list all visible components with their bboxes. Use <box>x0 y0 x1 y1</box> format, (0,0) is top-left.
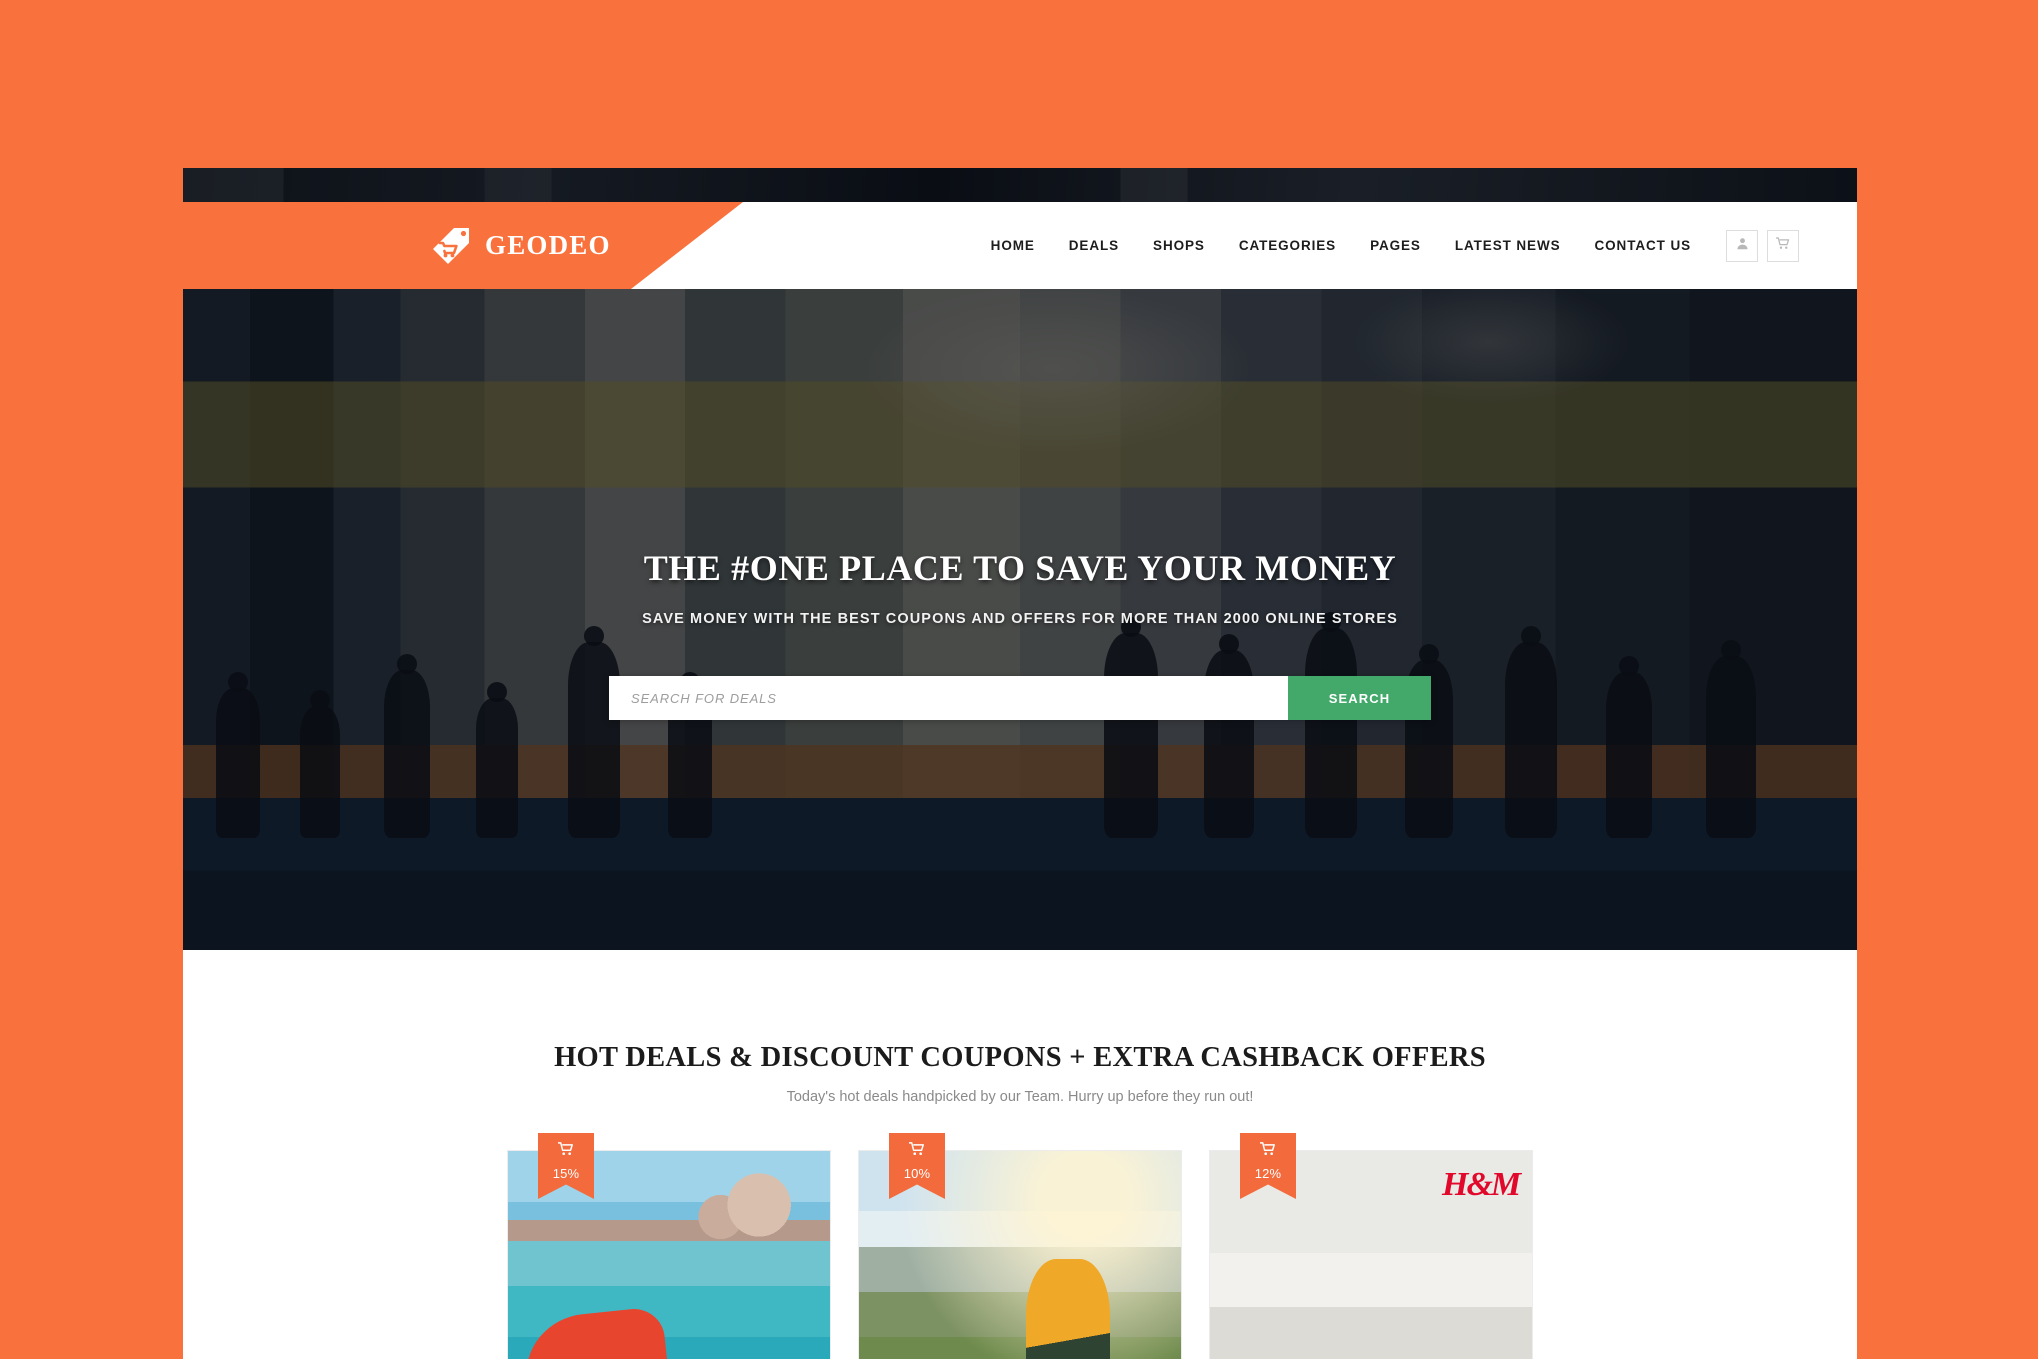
discount-percent: 15% <box>552 1166 580 1181</box>
page-container: GEODEO HOME DEALS SHOPS CATEGORIES PAGES… <box>183 168 1857 1359</box>
site-header: GEODEO HOME DEALS SHOPS CATEGORIES PAGES… <box>183 202 1857 289</box>
nav-item-categories[interactable]: CATEGORIES <box>1222 238 1353 253</box>
hero-search-bar: SEARCH <box>609 676 1431 720</box>
price-tag-cart-icon <box>431 226 471 266</box>
section-title: HOT DEALS & DISCOUNT COUPONS + EXTRA CAS… <box>554 1042 1486 1073</box>
hero-top-strip <box>183 168 1857 202</box>
shopping-cart-icon <box>557 1142 574 1161</box>
main-navigation: HOME DEALS SHOPS CATEGORIES PAGES LATEST… <box>974 229 1799 262</box>
shopping-cart-icon <box>908 1142 925 1161</box>
hero-content: THE #ONE PLACE TO SAVE YOUR MONEY SAVE M… <box>183 547 1857 720</box>
nav-item-pages[interactable]: PAGES <box>1353 238 1438 253</box>
search-button[interactable]: SEARCH <box>1288 676 1431 720</box>
nav-item-home[interactable]: HOME <box>974 238 1052 253</box>
deal-card[interactable]: 12% <box>1210 1133 1532 1359</box>
cart-button[interactable] <box>1767 229 1799 262</box>
nav-item-shops[interactable]: SHOPS <box>1136 238 1222 253</box>
hero-subheadline: SAVE MONEY WITH THE BEST COUPONS AND OFF… <box>642 611 1398 627</box>
discount-percent: 10% <box>903 1166 931 1181</box>
discount-percent: 12% <box>1254 1166 1282 1181</box>
deal-card[interactable]: 10% <box>859 1133 1181 1359</box>
shopping-cart-icon <box>1259 1142 1276 1161</box>
search-input[interactable] <box>609 676 1288 720</box>
account-button[interactable] <box>1726 229 1758 262</box>
brand-logo[interactable]: GEODEO <box>431 226 611 266</box>
nav-item-deals[interactable]: DEALS <box>1052 238 1136 253</box>
hero-headline: THE #ONE PLACE TO SAVE YOUR MONEY <box>643 548 1397 588</box>
hero-banner: THE #ONE PLACE TO SAVE YOUR MONEY SAVE M… <box>183 289 1857 950</box>
deal-cards-grid: 15% 10% H&M 12% <box>183 1133 1857 1359</box>
nav-item-contact-us[interactable]: CONTACT US <box>1578 238 1709 253</box>
hot-deals-section: HOT DEALS & DISCOUNT COUPONS + EXTRA CAS… <box>183 950 1857 1359</box>
brand-name: GEODEO <box>485 230 611 260</box>
nav-icon-buttons <box>1726 229 1799 262</box>
nav-item-latest-news[interactable]: LATEST NEWS <box>1438 238 1578 253</box>
shopping-cart-icon <box>1775 236 1790 255</box>
user-icon <box>1736 237 1749 255</box>
deal-card[interactable]: 15% <box>508 1133 830 1359</box>
section-subtitle: Today's hot deals handpicked by our Team… <box>786 1089 1254 1105</box>
